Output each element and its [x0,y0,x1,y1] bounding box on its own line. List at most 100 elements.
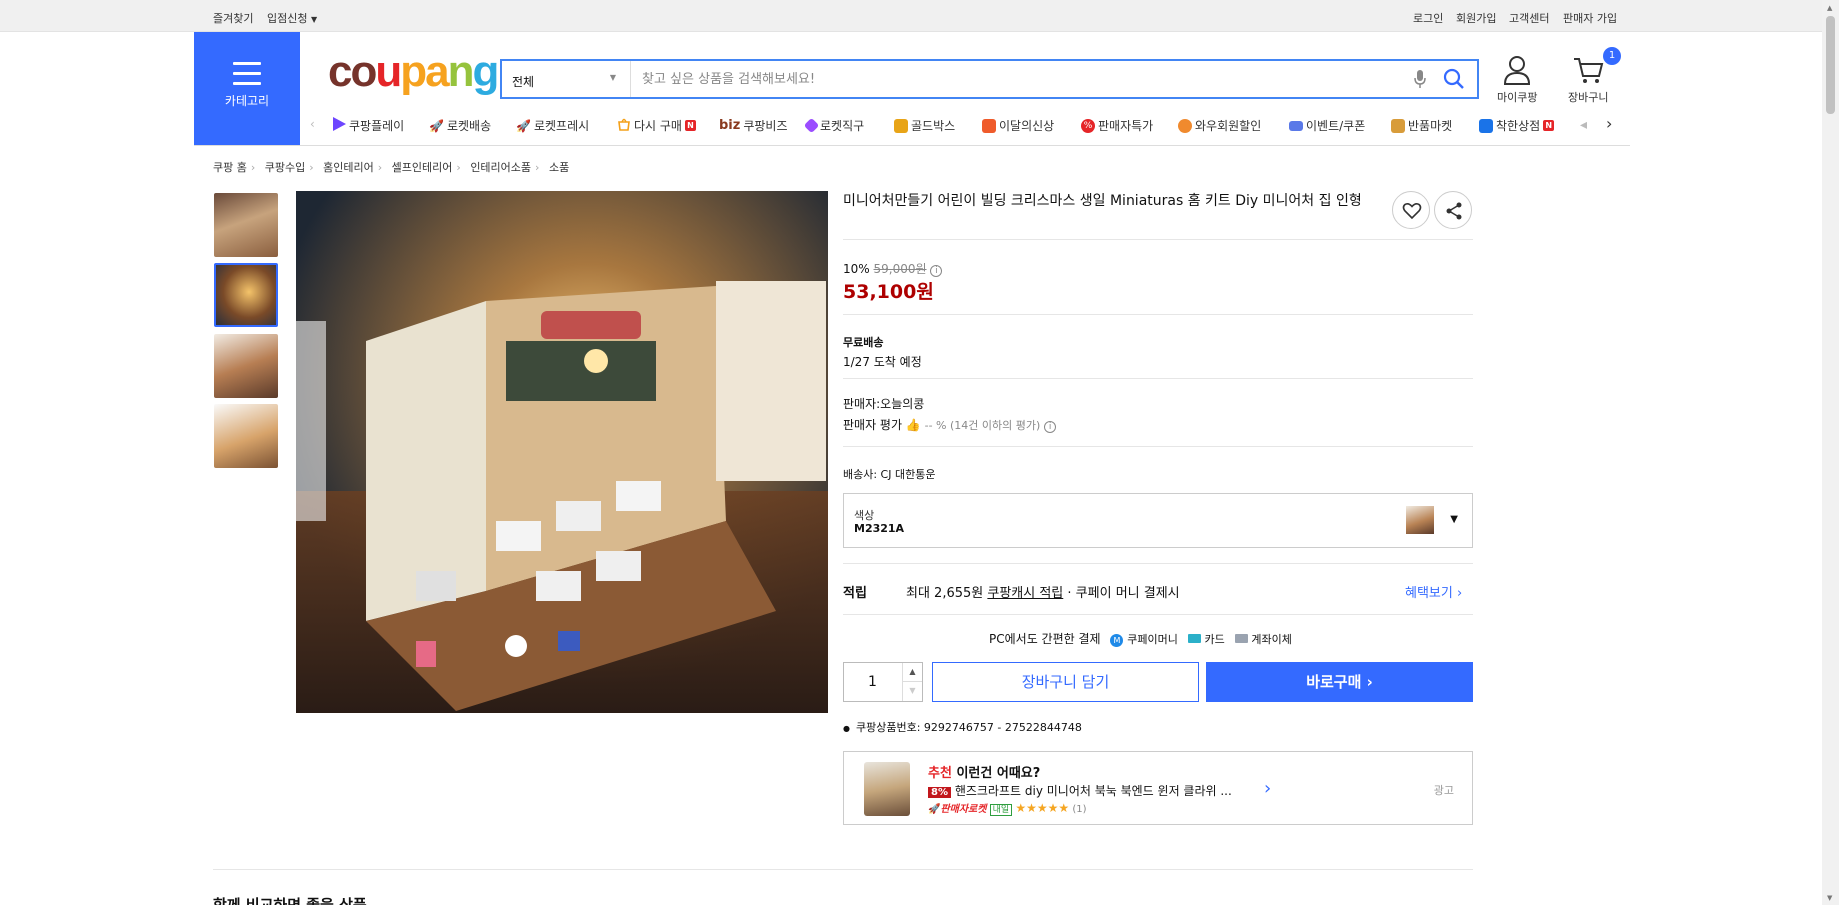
chevron-right-icon: › [535,161,540,174]
signup-link[interactable]: 회원가입 [1456,10,1496,26]
bookmark-link[interactable]: 즐겨찾기 [213,10,253,26]
user-icon [1502,56,1532,89]
nav-item-return-market[interactable]: 반품마켓 [1391,117,1452,134]
breadcrumb-item[interactable]: 소품 [549,161,569,174]
product-title: 미니어처만들기 어린이 빌딩 크리스마스 생일 Miniaturas 홈 키트 … [843,193,1362,209]
pay-row: PC에서도 간편한 결제 M 쿠페이머니 카드 계좌이체 [989,630,1292,647]
recommend-product: 8% 핸즈크라프트 diy 미니어처 북눅 북엔드 윈저 클라위 ... [928,782,1232,799]
compare-section-heading: 함께 비교하면 좋을 상품 [213,896,367,905]
thumbs-up-icon: 👍 [905,418,921,432]
market-icon [1391,118,1405,133]
microphone-icon[interactable] [1413,69,1427,93]
play-icon [332,117,346,134]
add-to-cart-button[interactable]: 장바구니 담기 [932,662,1199,702]
nav-label: 쿠팡플레이 [349,119,405,133]
nav-label: 골드박스 [911,119,956,133]
tomorrow-tag: 내일 [989,804,1013,816]
breadcrumb-item[interactable]: 셀프인테리어 [392,161,453,174]
nav-item-seller-deal[interactable]: % 판매자특가 [1081,117,1153,134]
breadcrumb-item[interactable]: 쿠팡 홈 [213,161,247,174]
recommend-title: 추천 이런건 어때요? [928,762,1040,781]
nav-item-good-store[interactable]: 착한상점 N [1479,117,1555,134]
scroll-down-icon[interactable]: ▼ [1827,894,1832,902]
nav-label: 이벤트/쿠폰 [1306,119,1366,133]
nav-prev-icon[interactable]: ‹ [310,117,315,131]
product-thumbnail[interactable] [214,404,278,468]
coupang-logo[interactable]: coupang [328,50,499,94]
pay-method: 쿠페이머니 [1127,633,1178,646]
search-icon[interactable] [1443,68,1465,94]
card-icon [1187,634,1201,643]
search-category-select[interactable]: 전체 ▼ [502,61,631,97]
reward-amount: 최대 2,655원 [906,586,984,601]
nav-next-icon[interactable]: › [1606,114,1612,133]
recommendation-ad[interactable]: 추천 이런건 어때요? 8% 핸즈크라프트 diy 미니어처 북눅 북엔드 윈저… [843,751,1473,825]
cart-button[interactable]: 장바구니 [1568,54,1608,105]
mycoupang-button[interactable]: 마이쿠팡 [1497,54,1537,105]
product-thumbnail-selected[interactable] [214,263,278,327]
seller-apply-label: 입점신청 [267,12,308,25]
chevron-right-icon: › [1456,586,1463,601]
category-menu-button[interactable]: 카테고리 [194,32,300,146]
seller-rating-label: 판매자 평가 [843,418,903,432]
pay-title: PC에서도 간편한 결제 [989,632,1101,646]
breadcrumb: 쿠팡 홈 › 쿠팡수입 › 홈인테리어 › 셀프인테리어 › 인테리어소품 › 소품 [213,159,573,175]
buy-now-button[interactable]: 바로구매 › [1206,662,1473,702]
scroll-up-icon[interactable]: ▲ [1827,4,1832,12]
chevron-right-icon: › [309,161,314,174]
caret-down-icon: ▼ [310,15,318,24]
seller-name[interactable]: 판매자:오늘의콩 [843,395,924,412]
chevron-right-icon[interactable]: › [1264,778,1271,799]
pay-method: 카드 [1204,633,1225,646]
nav-item-coupang-biz[interactable]: biz 쿠팡비즈 [719,117,788,134]
product-main-image[interactable] [296,191,828,713]
breadcrumb-item[interactable]: 홈인테리어 [323,161,374,174]
product-id: ● 쿠팡상품번호: 9292746757 - 27522844748 [843,719,1082,735]
scrollbar-thumb[interactable] [1826,16,1835,114]
chevron-right-icon: › [377,161,383,174]
search-input[interactable] [642,67,1382,91]
nav-label: 로켓직구 [820,119,865,133]
nav-item-rebuy[interactable]: 다시 구매 N [617,117,696,134]
breadcrumb-item[interactable]: 인테리어소품 [470,161,531,174]
wishlist-button[interactable] [1392,191,1430,229]
seller-apply-link[interactable]: 입점신청 ▼ [267,10,317,26]
nav-item-events-coupons[interactable]: 이벤트/쿠폰 [1289,117,1365,134]
quantity-decrease-button[interactable]: ▼ [903,682,922,701]
nav-item-wow-discount[interactable]: 와우회원할인 [1178,117,1261,134]
carrier-info: 배송사: CJ 대한통운 [843,468,936,481]
breadcrumb-item[interactable]: 쿠팡수입 [265,161,305,174]
benefits-link[interactable]: 혜택보기 › [1405,582,1462,601]
page-scrollbar[interactable]: ▲ ▼ [1822,0,1839,905]
new-badge: N [684,120,696,131]
option-thumbnail [1406,506,1434,534]
recommend-name: 핸즈크라프트 diy 미니어처 북눅 북엔드 윈저 클라위 ... [954,784,1232,798]
chevron-down-icon: ▼ [609,73,616,82]
seller-signup-link[interactable]: 판매자 가입 [1563,10,1617,26]
login-link[interactable]: 로그인 [1413,10,1443,26]
product-thumbnail[interactable] [214,193,278,257]
info-icon[interactable]: i [930,265,943,277]
seller-rating-row: 판매자 평가 👍 -- % (14건 이하의 평가) i [843,416,1057,433]
customer-center-link[interactable]: 고객센터 [1509,10,1549,26]
nav-item-rocket-global[interactable]: 로켓직구 [803,117,865,134]
option-select[interactable]: 색상 M2321A ▼ [843,493,1473,548]
nav-item-coupang-play[interactable]: 쿠팡플레이 [332,117,404,134]
nav-item-goldbox[interactable]: 골드박스 [894,117,955,134]
nav-item-new-arrivals[interactable]: 이달의신상 [982,117,1054,134]
divider [843,614,1473,615]
divider [843,314,1473,315]
coupang-cash-link[interactable]: 쿠팡캐시 적립 [987,586,1063,601]
bullet-icon: ● [843,724,850,733]
product-thumbnail[interactable] [214,334,278,398]
coupon-icon [1289,120,1303,131]
nav-scroll-left-icon[interactable]: ◂ [1580,117,1587,133]
quantity-increase-button[interactable]: ▲ [903,663,922,682]
category-label: 카테고리 [224,94,270,108]
share-button[interactable] [1434,191,1472,229]
info-icon[interactable]: i [1044,421,1057,433]
nav-item-rocket-fresh[interactable]: 🚀 로켓프레시 [516,117,589,134]
quantity-value[interactable]: 1 [868,674,877,690]
quantity-stepper[interactable]: 1 ▲ ▼ [843,662,923,702]
nav-item-rocket-delivery[interactable]: 🚀 로켓배송 [429,117,491,134]
